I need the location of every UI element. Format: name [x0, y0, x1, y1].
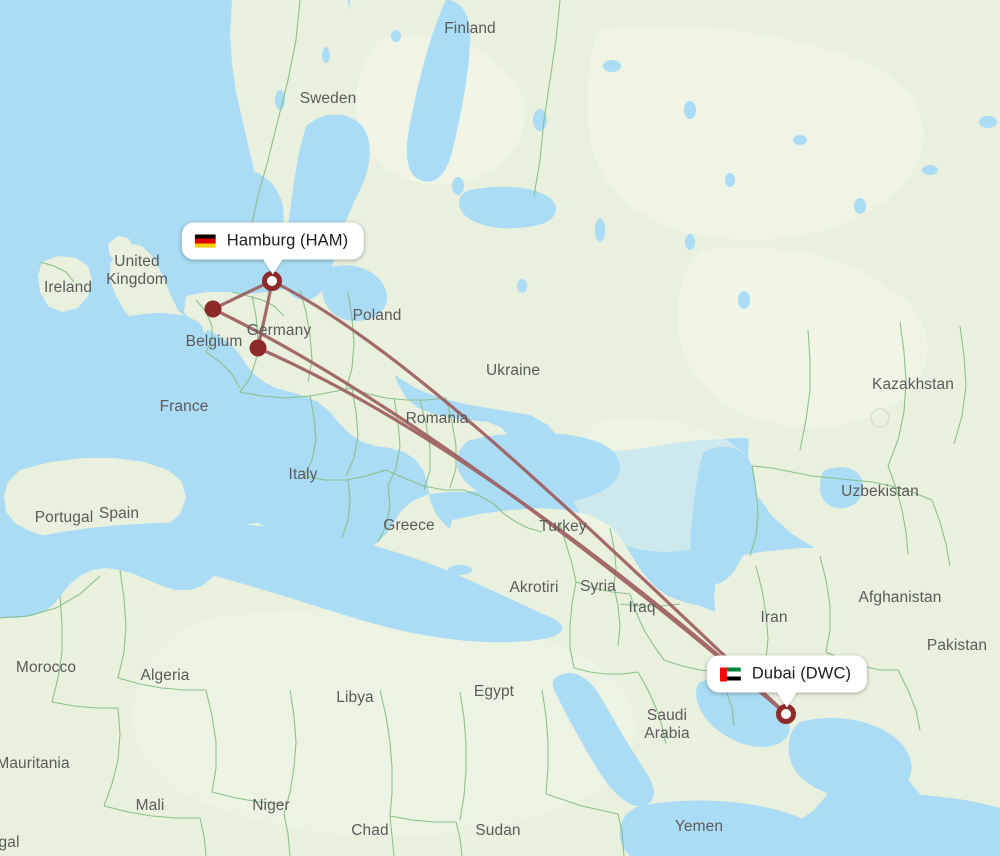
map-canvas — [0, 0, 1000, 856]
airport-marker-ham — [262, 271, 282, 291]
pill-tail-hamburg — [262, 257, 284, 275]
waypoint-frankfurt — [249, 339, 267, 357]
airport-label-hamburg-text: Hamburg (HAM) — [226, 231, 349, 250]
flight-route-map[interactable]: Finland Sweden United Kingdom Ireland Poland… — [0, 0, 1000, 856]
airport-marker-dwc — [776, 704, 796, 724]
airport-label-dubai[interactable]: Dubai (DWC) — [706, 655, 868, 708]
ae-flag-icon — [719, 667, 741, 681]
airport-label-hamburg[interactable]: Hamburg (HAM) — [181, 222, 365, 275]
pill-tail-dubai — [775, 690, 798, 708]
airport-label-dubai-text: Dubai (DWC) — [751, 664, 852, 683]
waypoint-brussels — [204, 300, 222, 318]
de-flag-icon — [194, 234, 216, 248]
